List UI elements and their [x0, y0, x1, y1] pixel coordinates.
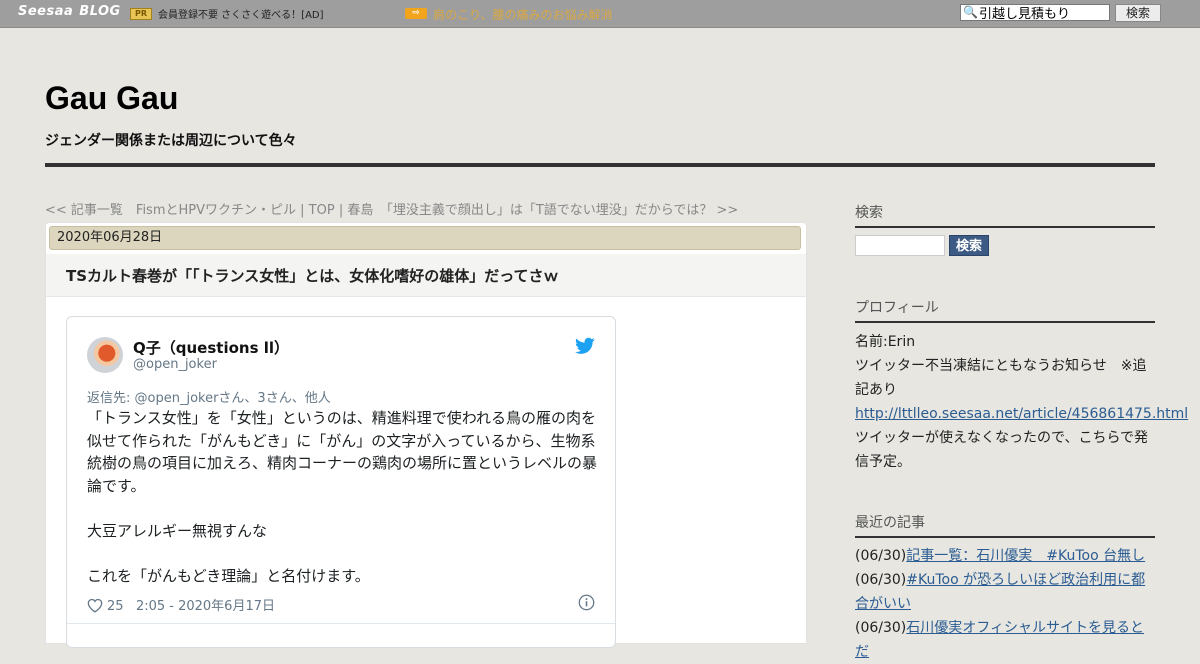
arrow-right-icon: ⇨: [405, 8, 427, 19]
sidebar-search-button[interactable]: 検索: [949, 235, 989, 256]
prev-article-link[interactable]: << 記事一覧 FismとHPVワクチン・ピル: [45, 203, 296, 218]
pr-ad-link[interactable]: 会員登録不要 さくさく遊べる！[AD]: [158, 6, 324, 21]
search-icon: 🔍: [963, 5, 978, 19]
recent-posts-list: (06/30)記事一覧：石川優実 #KuToo 台無し (06/30)#KuTo…: [855, 544, 1155, 664]
top-link[interactable]: TOP: [309, 203, 335, 218]
profile-link[interactable]: http://lttlleo.seesaa.net/article/456861…: [855, 406, 1188, 422]
info-icon[interactable]: [578, 594, 595, 611]
recent-post-link[interactable]: 記事一覧：石川優実 #KuToo 台無し: [906, 548, 1145, 564]
logo-main: Seesaa: [18, 4, 74, 19]
article-navigation: << 記事一覧 FismとHPVワクチン・ピル | TOP | 春島 「埋没主義…: [45, 199, 738, 218]
recent-date: (06/30): [855, 572, 907, 588]
tweet-text: 「トランス女性」を「女性」というのは、精進料理で使われる鳥の雁の肉を似せて作られ…: [87, 409, 598, 585]
post-date: 2020年06月28日: [49, 226, 801, 250]
list-item: (06/30)石川優実オフィシャルサイトを見るとだ: [855, 616, 1155, 664]
sidebar-search-heading: 検索: [855, 202, 1155, 228]
list-item: (06/30)#KuToo が恐ろしいほど政治利用に都合がいい: [855, 568, 1155, 616]
tweet-reply-to[interactable]: 返信先: @open_jokerさん、3さん、他人: [87, 387, 331, 406]
tweet-meta: 25 2:05 - 2020年6月17日: [87, 595, 275, 614]
embedded-tweet[interactable]: Q子（questions ll） @open_joker 返信先: @open_…: [66, 316, 616, 648]
seesaa-blog-logo[interactable]: Seesaa BLOG: [18, 4, 121, 19]
tweet-divider: [67, 623, 615, 624]
profile-name: 名前:Erin: [855, 334, 916, 350]
profile-section: 名前:Erin ツイッター不当凍結にともなうお知らせ ※追記あり http://…: [855, 330, 1188, 474]
article-card: 2020年06月28日 TSカルト春巻が「「トランス女性」とは、女体化嗜好の雄体…: [45, 222, 807, 648]
top-bar: Seesaa BLOG PR 会員登録不要 さくさく遊べる！[AD] ⇨ 肩のこり…: [0, 0, 1200, 28]
heart-icon[interactable]: [87, 598, 103, 613]
top-search-input[interactable]: [979, 5, 1107, 20]
top-search-button[interactable]: 検索: [1115, 4, 1161, 22]
sidebar-recent-heading: 最近の記事: [855, 512, 1155, 538]
nav-separator: |: [334, 203, 348, 218]
like-count[interactable]: 25: [107, 599, 124, 614]
sidebar-profile-heading: プロフィール: [855, 297, 1155, 323]
top-search-box: 🔍: [960, 4, 1110, 21]
twitter-bird-icon[interactable]: [575, 337, 595, 355]
profile-note: ツイッター不当凍結にともなうお知らせ ※追記あり: [855, 358, 1147, 398]
avatar[interactable]: [87, 337, 123, 373]
site-description: ジェンダー関係または周辺について色々: [45, 133, 297, 149]
header-divider: [45, 163, 1155, 167]
list-item: (06/30)記事一覧：石川優実 #KuToo 台無し: [855, 544, 1155, 568]
tweet-timestamp[interactable]: 2:05 - 2020年6月17日: [136, 599, 275, 614]
site-title[interactable]: Gau Gau: [45, 80, 178, 117]
next-article-link[interactable]: 春島 「埋没主義で顔出し」は「T語でない埋没」だからでは？ >>: [347, 203, 738, 218]
recent-date: (06/30): [855, 548, 907, 564]
sidebar-search-input[interactable]: [855, 235, 945, 256]
logo-sub: BLOG: [79, 4, 121, 19]
nav-separator: |: [296, 203, 309, 218]
ad-link[interactable]: 肩のこり、腰の痛みのお悩み解消: [433, 6, 613, 23]
profile-extra: ツイッターが使えなくなったので、こちらで発信予定。: [855, 430, 1149, 470]
pr-badge: PR: [130, 8, 152, 20]
tweet-author-handle[interactable]: @open_joker: [133, 357, 217, 372]
recent-date: (06/30): [855, 620, 907, 636]
tweet-author-name[interactable]: Q子（questions ll）: [133, 337, 289, 358]
post-title[interactable]: TSカルト春巻が「「トランス女性」とは、女体化嗜好の雄体」だってさｗ: [66, 265, 559, 286]
post-title-bar: TSカルト春巻が「「トランス女性」とは、女体化嗜好の雄体」だってさｗ: [46, 254, 806, 297]
